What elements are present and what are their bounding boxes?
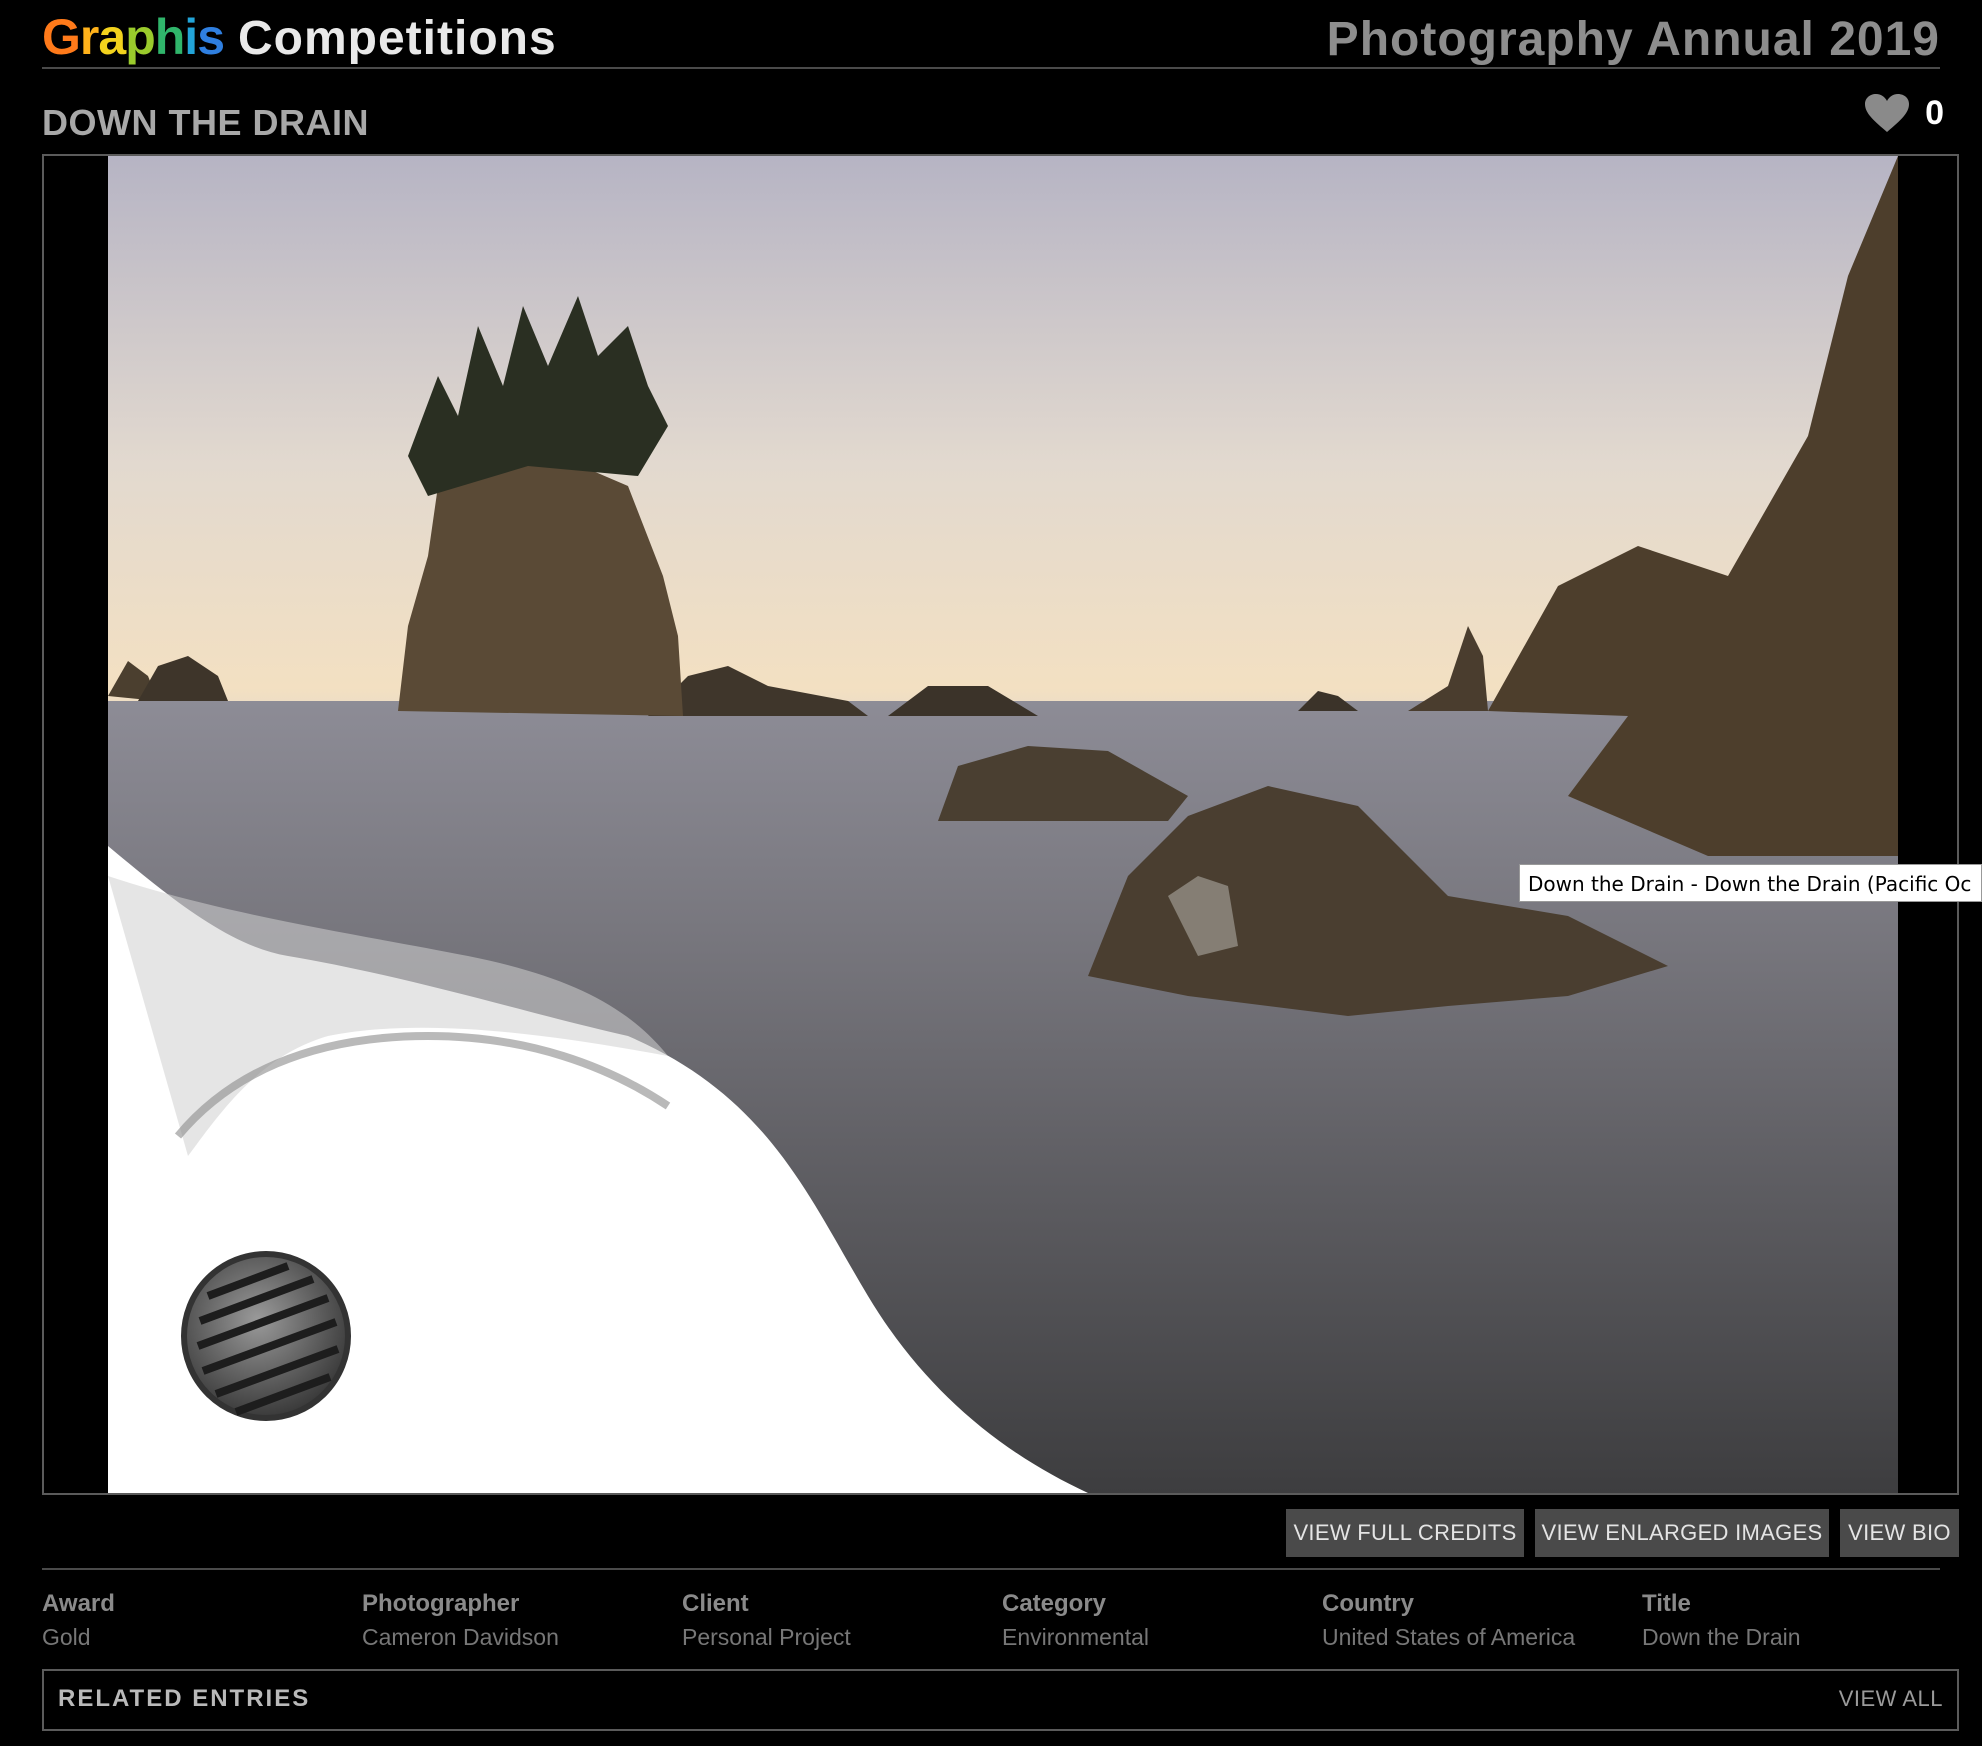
entry-image-frame[interactable] [42, 154, 1959, 1495]
meta-value[interactable]: Cameron Davidson [362, 1624, 559, 1651]
meta-label: Client [682, 1590, 749, 1617]
meta-category: Category Environmental [1002, 1590, 1149, 1651]
graphis-logo[interactable]: Graphis Competitions [42, 8, 557, 68]
related-entries-bar: RELATED ENTRIES VIEW ALL [42, 1669, 1959, 1731]
related-entries-title: RELATED ENTRIES [58, 1685, 311, 1712]
image-tooltip: Down the Drain - Down the Drain (Pacific… [1519, 864, 1982, 902]
view-bio-button[interactable]: VIEW BIO [1840, 1509, 1959, 1557]
heart-icon[interactable] [1863, 92, 1911, 134]
meta-value: Down the Drain [1642, 1624, 1801, 1650]
meta-label: Photographer [362, 1590, 520, 1617]
annual-title[interactable]: Photography Annual 2019 [1327, 12, 1940, 67]
meta-label: Country [1322, 1590, 1414, 1617]
meta-title: Title Down the Drain [1642, 1590, 1801, 1651]
meta-country: Country United States of America [1322, 1590, 1575, 1651]
view-all-link[interactable]: VIEW ALL [1839, 1686, 1943, 1712]
meta-value: Gold [42, 1624, 91, 1650]
meta-value: United States of America [1322, 1624, 1576, 1650]
view-enlarged-images-button[interactable]: VIEW ENLARGED IMAGES [1535, 1509, 1829, 1557]
meta-divider [42, 1568, 1940, 1570]
meta-label: Category [1002, 1590, 1107, 1617]
header-divider [42, 67, 1940, 69]
meta-value: Personal Project [682, 1624, 851, 1650]
meta-value: Environmental [1002, 1624, 1150, 1650]
like-widget[interactable]: 0 [1863, 92, 1944, 134]
meta-label: Award [42, 1590, 115, 1617]
view-full-credits-button[interactable]: VIEW FULL CREDITS [1286, 1509, 1524, 1557]
entry-title: DOWN THE DRAIN [42, 102, 369, 143]
like-count: 0 [1925, 93, 1944, 132]
graphis-wordmark: Graphis [42, 9, 225, 65]
meta-award: Award Gold [42, 1590, 115, 1651]
competitions-label: Competitions [238, 12, 557, 65]
meta-client: Client Personal Project [682, 1590, 851, 1651]
meta-label: Title [1642, 1590, 1691, 1617]
meta-photographer: Photographer Cameron Davidson [362, 1590, 559, 1651]
entry-photo[interactable] [108, 156, 1898, 1493]
